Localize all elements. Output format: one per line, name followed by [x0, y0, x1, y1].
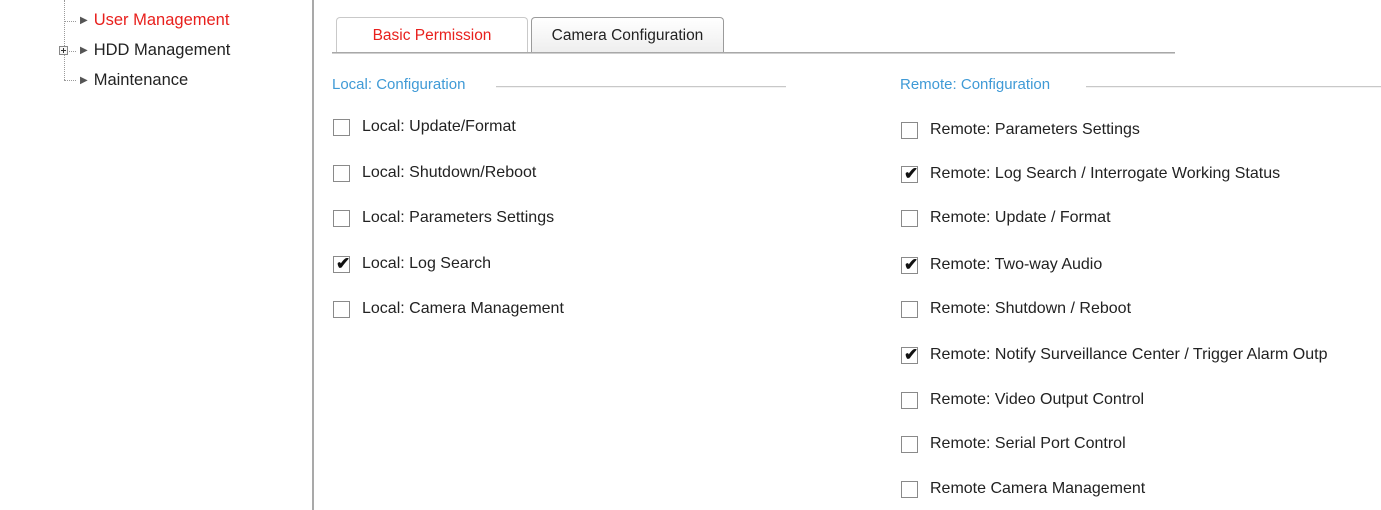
checkbox[interactable]	[333, 164, 350, 182]
permission-label: Remote: Video Output Control	[930, 391, 1145, 408]
checkmark-icon: ✔	[904, 163, 919, 183]
local-permission-item[interactable]: ✔ Local: Log Search	[333, 253, 491, 273]
checkbox[interactable]: ✔	[901, 254, 919, 274]
tab-label: Basic Permission	[372, 26, 492, 44]
tree-arrow-icon: ▶	[80, 15, 88, 26]
tree-item-label: HDD Management	[93, 41, 231, 59]
navigation-tree: ▶ User Management ▶ HDD Management ▶ Mai…	[0, 0, 312, 510]
local-permission-item[interactable]: Local: Camera Management	[333, 300, 564, 318]
remote-permission-item[interactable]: Remote Camera Management	[901, 480, 1145, 498]
permission-label: Local: Log Search	[362, 255, 491, 272]
section-divider	[1086, 86, 1381, 88]
remote-section-title: Remote: Configuration	[900, 76, 1051, 93]
tree-item-hdd-management[interactable]: ▶ HDD Management	[80, 41, 230, 60]
permission-label: Remote: Shutdown / Reboot	[930, 300, 1132, 317]
permission-label: Remote: Two-way Audio	[930, 256, 1103, 273]
tree-item-label: User Management	[93, 11, 230, 29]
permission-label: Remote: Serial Port Control	[930, 435, 1126, 452]
checkbox[interactable]: ✔	[333, 253, 351, 273]
permission-label: Remote: Notify Surveillance Center / Tri…	[930, 346, 1328, 363]
remote-permission-item[interactable]: ✔ Remote: Log Search / Interrogate Worki…	[901, 163, 1281, 183]
remote-permission-item[interactable]: Remote: Serial Port Control	[901, 435, 1126, 453]
checkbox[interactable]	[333, 209, 350, 227]
checkbox[interactable]	[901, 121, 918, 139]
permission-label: Remote: Log Search / Interrogate Working…	[930, 165, 1281, 182]
local-section-title: Local: Configuration	[332, 76, 466, 93]
tree-item-label: Maintenance	[93, 71, 189, 89]
checkbox[interactable]	[901, 209, 918, 227]
checkbox[interactable]	[333, 118, 350, 136]
permission-label: Local: Shutdown/Reboot	[362, 164, 537, 181]
remote-permission-item[interactable]: ✔ Remote: Notify Surveillance Center / T…	[901, 344, 1328, 364]
local-permission-item[interactable]: Local: Shutdown/Reboot	[333, 164, 536, 182]
checkbox[interactable]	[901, 300, 918, 318]
tree-connector	[64, 80, 76, 81]
tree-arrow-icon: ▶	[80, 45, 88, 56]
checkbox[interactable]	[901, 435, 918, 453]
permission-label: Remote Camera Management	[930, 480, 1146, 497]
remote-permission-item[interactable]: Remote: Shutdown / Reboot	[901, 300, 1131, 318]
permission-label: Remote: Update / Format	[930, 209, 1111, 226]
tree-connector	[64, 21, 76, 22]
remote-permission-item[interactable]: Remote: Video Output Control	[901, 391, 1144, 409]
local-permission-item[interactable]: Local: Parameters Settings	[333, 209, 554, 227]
checkmark-icon: ✔	[904, 254, 919, 274]
tree-item-user-management[interactable]: ▶ User Management	[80, 11, 229, 30]
remote-permission-item[interactable]: ✔ Remote: Two-way Audio	[901, 254, 1103, 274]
permission-label: Local: Parameters Settings	[362, 209, 555, 226]
checkbox[interactable]: ✔	[901, 163, 919, 183]
remote-permission-item[interactable]: Remote: Parameters Settings	[901, 121, 1140, 139]
section-divider	[496, 86, 786, 88]
local-permission-item[interactable]: Local: Update/Format	[333, 118, 516, 136]
remote-permission-item[interactable]: Remote: Update / Format	[901, 209, 1111, 227]
checkbox[interactable]: ✔	[901, 344, 919, 364]
tab-label: Camera Configuration	[551, 26, 704, 44]
tree-item-maintenance[interactable]: ▶ Maintenance	[80, 71, 188, 90]
permission-label: Local: Camera Management	[362, 300, 564, 317]
tree-connector	[64, 0, 65, 80]
checkmark-icon: ✔	[904, 344, 919, 364]
tab-strip-divider	[332, 52, 1175, 54]
tree-arrow-icon: ▶	[80, 75, 88, 86]
tab-camera-configuration[interactable]: Camera Configuration	[531, 17, 724, 53]
permission-panel: Basic Permission Camera Configuration Lo…	[316, 0, 1381, 510]
permission-label: Local: Update/Format	[362, 118, 516, 135]
checkbox[interactable]	[901, 480, 918, 498]
permission-label: Remote: Parameters Settings	[930, 121, 1140, 138]
expand-plus-icon[interactable]	[59, 46, 68, 55]
checkbox[interactable]	[333, 300, 350, 318]
tab-basic-permission[interactable]: Basic Permission	[336, 17, 528, 53]
checkmark-icon: ✔	[336, 253, 351, 273]
panel-splitter[interactable]	[312, 0, 314, 510]
checkbox[interactable]	[901, 391, 918, 409]
